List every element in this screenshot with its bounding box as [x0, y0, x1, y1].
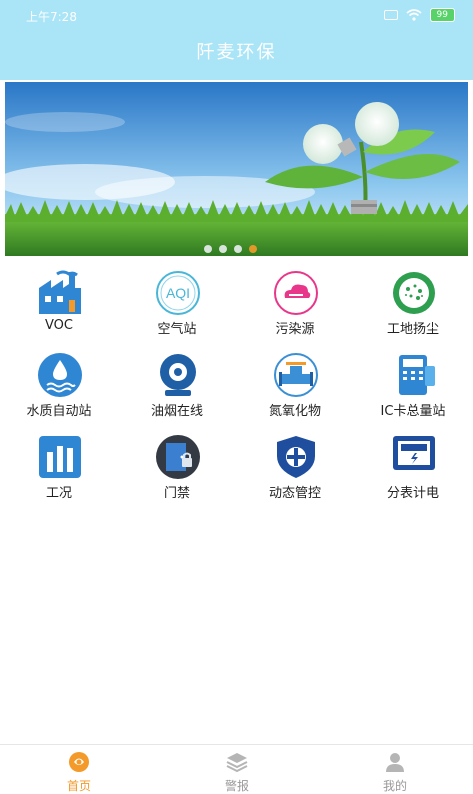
- cloud-icon: [274, 271, 318, 315]
- grid-item-label: IC卡总量站: [380, 404, 446, 419]
- grid-item-label: 污染源: [275, 322, 315, 337]
- camera-icon: [160, 354, 196, 396]
- grid-item-label: 空气站: [157, 322, 197, 337]
- water-drop-icon: [38, 353, 82, 397]
- grid-item-ic-card-station[interactable]: IC卡总量站: [354, 352, 472, 432]
- dust-icon: [393, 272, 435, 314]
- status-icons: 99: [383, 8, 455, 22]
- grid-item-voc[interactable]: VOC: [0, 270, 118, 350]
- tab-label: 首页: [66, 779, 91, 793]
- wifi-icon: [406, 9, 422, 21]
- grid-item-nitrogen-oxides[interactable]: 氮氧化物: [236, 352, 354, 432]
- banner-image: [5, 82, 468, 256]
- grid-item-access-control[interactable]: 门禁: [118, 434, 236, 514]
- layers-icon: [226, 753, 248, 773]
- grid-item-label: 氮氧化物: [268, 404, 321, 419]
- banner-indicator: [204, 245, 257, 253]
- grid-item-label: 水质自动站: [26, 404, 92, 419]
- tab-label: 警报: [224, 779, 249, 793]
- grid-item-fume-online[interactable]: 油烟在线: [118, 352, 236, 432]
- grid-item-label: 油烟在线: [150, 404, 203, 419]
- banner-dot[interactable]: [219, 245, 227, 253]
- electric-meter-icon: [393, 436, 435, 470]
- grid-item-label: 分表计电: [386, 486, 439, 501]
- aqi-icon: AQI: [156, 271, 200, 315]
- tab-alarm[interactable]: 警报: [158, 745, 316, 794]
- grid-item-label: 门禁: [163, 486, 190, 501]
- grid-item-label: 动态管控: [268, 486, 321, 501]
- svg-text:AQI: AQI: [166, 285, 190, 301]
- grid-item-pollution-source[interactable]: 污染源: [236, 270, 354, 350]
- grid-item-label: 工地扬尘: [386, 322, 439, 337]
- banner-dot[interactable]: [234, 245, 242, 253]
- banner-dot-active[interactable]: [249, 245, 257, 253]
- factory-icon: [39, 270, 81, 314]
- grid-item-dynamic-control[interactable]: 动态管控: [236, 434, 354, 514]
- home-icon: [69, 752, 89, 772]
- bottom-tab-bar: 首页 警报 我的: [0, 744, 473, 794]
- grid-item-label: VOC: [45, 318, 73, 333]
- door-lock-icon: [156, 435, 200, 479]
- grid-item-construction-dust[interactable]: 工地扬尘: [354, 270, 472, 350]
- grid-item-water-station[interactable]: 水质自动站: [0, 352, 118, 432]
- banner-carousel[interactable]: [5, 82, 468, 256]
- status-time: 上午7:28: [26, 10, 77, 24]
- tab-mine[interactable]: 我的: [316, 745, 473, 794]
- grid-item-sub-meter[interactable]: 分表计电: [354, 434, 472, 514]
- sim-icon: [383, 10, 398, 20]
- grid-item-work-condition[interactable]: 工况: [0, 434, 118, 514]
- status-bar: 上午7:28 99: [0, 0, 473, 32]
- bar-chart-icon: [39, 436, 81, 478]
- grid-item-label: 工况: [45, 486, 72, 501]
- page-title: 阡麦环保: [196, 42, 277, 63]
- card-reader-icon: [399, 355, 435, 395]
- app-header: 上午7:28 99 阡麦环保: [0, 0, 473, 80]
- tab-label: 我的: [382, 779, 407, 793]
- grid-item-air-station[interactable]: AQI 空气站: [118, 270, 236, 350]
- valve-icon: [274, 353, 318, 397]
- banner-dot[interactable]: [204, 245, 212, 253]
- battery-icon: 99: [429, 8, 455, 22]
- user-icon: [386, 753, 404, 772]
- shield-icon: [277, 436, 315, 478]
- tab-home[interactable]: 首页: [0, 745, 158, 794]
